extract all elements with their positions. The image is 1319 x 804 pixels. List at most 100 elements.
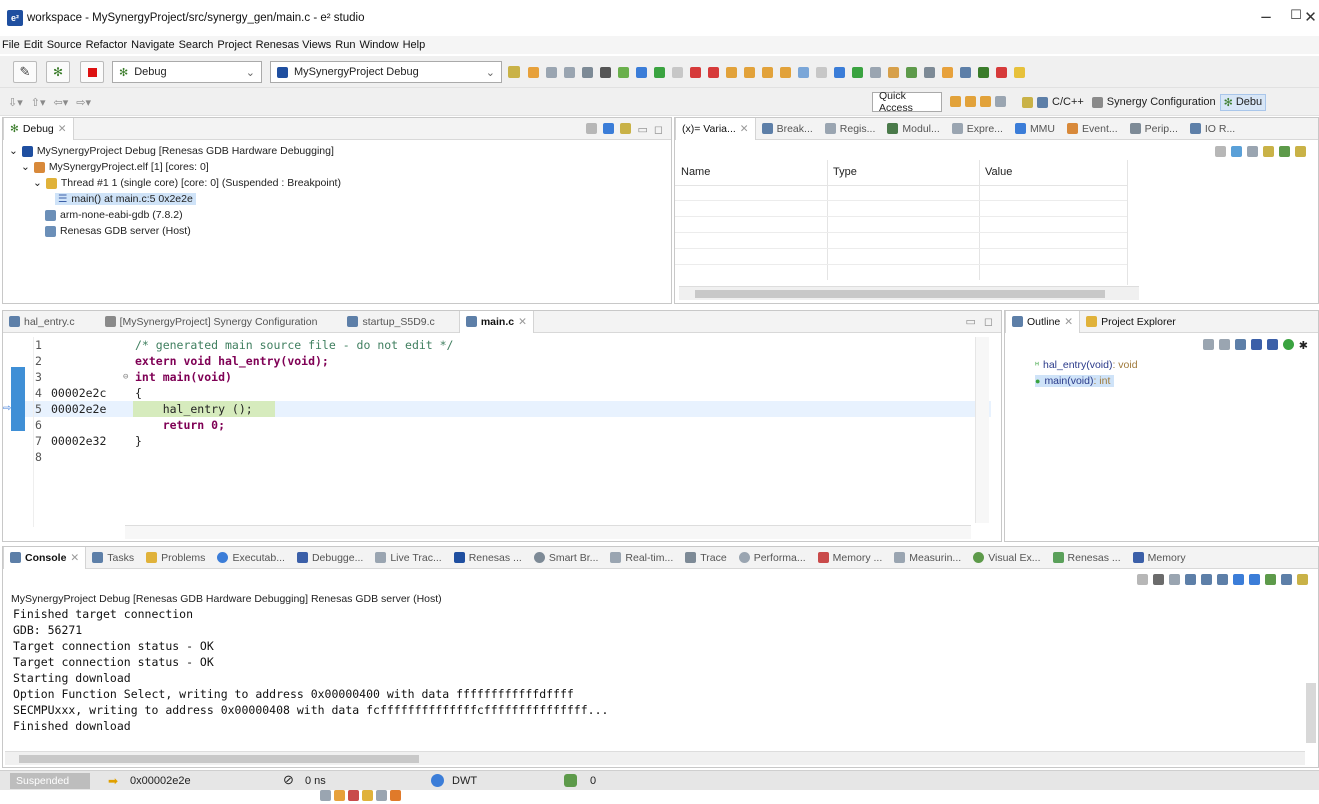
save-icon[interactable]	[546, 66, 557, 78]
terminate-icon[interactable]	[690, 66, 701, 78]
tab-expressions[interactable]: Expre...	[946, 118, 1009, 140]
tab-debug[interactable]: ✻ Debug ✕	[3, 117, 74, 140]
open-type-icon[interactable]	[980, 96, 991, 107]
tab-modules[interactable]: Modul...	[881, 118, 945, 140]
close-icon[interactable]: ✕	[70, 552, 79, 564]
select-all-icon[interactable]	[1279, 146, 1290, 157]
fold-icon[interactable]: ⊖	[123, 372, 128, 382]
forward-icon[interactable]: ⇨▾	[76, 96, 91, 109]
console-vertical-scrollbar[interactable]	[1306, 683, 1316, 743]
menu-window[interactable]: Window	[357, 39, 400, 51]
menu-edit[interactable]: Edit	[22, 39, 45, 51]
menu-help[interactable]: Help	[401, 39, 428, 51]
settings-icon[interactable]	[582, 66, 593, 78]
clear-console-icon[interactable]	[1185, 574, 1196, 585]
open-task-icon[interactable]	[965, 96, 976, 107]
chip-icon[interactable]	[906, 66, 917, 78]
memory-icon[interactable]	[870, 66, 881, 78]
tab-breakpoints[interactable]: Break...	[756, 118, 819, 140]
tab-renesas-1[interactable]: Renesas ...	[448, 547, 528, 569]
tab-outline[interactable]: Outline ✕	[1005, 310, 1081, 333]
close-icon[interactable]: ✕	[518, 316, 527, 328]
minimize-icon[interactable]: ▭	[965, 315, 975, 328]
tab-executables[interactable]: Executab...	[211, 547, 291, 569]
debug-bug-button[interactable]: ✻	[46, 61, 70, 83]
step-over-icon[interactable]	[744, 66, 755, 78]
restart-icon[interactable]	[816, 66, 827, 78]
tab-trace[interactable]: Trace	[679, 547, 732, 569]
close-icon[interactable]: ✕	[58, 123, 67, 135]
minimize-icon[interactable]: ▭	[637, 123, 647, 136]
remove-terminated-icon[interactable]	[586, 123, 598, 134]
external-tools-icon[interactable]	[996, 66, 1007, 78]
view-menu-icon[interactable]	[620, 123, 632, 134]
column-type[interactable]: Type	[833, 166, 857, 178]
tab-debugger-console[interactable]: Debugge...	[291, 547, 369, 569]
step-into-icon[interactable]	[726, 66, 737, 78]
tree-thread[interactable]: ⌄ Thread #1 1 (single core) [core: 0] (S…	[33, 177, 341, 189]
open-perspective-icon[interactable]	[1022, 96, 1033, 108]
remove-launch-icon[interactable]	[1153, 574, 1164, 585]
tab-performance[interactable]: Performa...	[733, 547, 812, 569]
next-annotation-icon[interactable]: ⇩▾	[8, 96, 23, 109]
tab-registers[interactable]: Regis...	[819, 118, 882, 140]
config-icon[interactable]	[924, 66, 935, 78]
close-icon[interactable]: ✕	[740, 123, 749, 135]
new-icon[interactable]	[528, 66, 539, 78]
tab-project-explorer[interactable]: Project Explorer	[1080, 311, 1182, 333]
menu-search[interactable]: Search	[177, 39, 216, 51]
tree-gdb[interactable]: arm-none-eabi-gdb (7.8.2)	[45, 209, 183, 221]
close-icon[interactable]: ✕	[1064, 316, 1073, 328]
console-scrollbar[interactable]	[5, 751, 1305, 765]
show-logical-icon[interactable]	[1231, 146, 1242, 157]
menu-file[interactable]: File	[0, 39, 22, 51]
build-icon[interactable]	[600, 66, 611, 78]
perspective-debug[interactable]: ✻ Debu	[1219, 93, 1267, 111]
tree-elf[interactable]: ⌄ MySynergyProject.elf [1] [cores: 0]	[21, 161, 209, 173]
hide-macros-icon[interactable]: ✱	[1299, 339, 1308, 352]
tab-peripherals[interactable]: Perip...	[1124, 118, 1184, 140]
scrollbar-thumb[interactable]	[695, 290, 1105, 298]
window-icon[interactable]	[960, 66, 971, 78]
pin-console-icon[interactable]	[1265, 574, 1276, 585]
tab-visual-expressions[interactable]: Visual Ex...	[967, 547, 1046, 569]
hide-nonpublic-icon[interactable]	[1282, 339, 1294, 350]
column-value[interactable]: Value	[985, 166, 1012, 178]
collapse-all-icon[interactable]	[1247, 146, 1258, 157]
maximize-icon[interactable]: ◻	[984, 315, 993, 328]
hide-fields-icon[interactable]	[1250, 339, 1262, 350]
code-area[interactable]: 1 /* generated main source file - do not …	[3, 337, 993, 487]
tree-launch[interactable]: ⌄ MySynergyProject Debug [Renesas GDB Ha…	[9, 145, 334, 157]
menu-source[interactable]: Source	[45, 39, 84, 51]
run-to-line-icon[interactable]	[780, 66, 791, 78]
tab-measuring[interactable]: Measurin...	[888, 547, 967, 569]
link-editor-icon[interactable]	[1202, 339, 1214, 350]
add-expression-icon[interactable]	[1263, 146, 1274, 157]
tab-main-c[interactable]: main.c ✕	[458, 310, 534, 333]
trim-icon[interactable]	[334, 790, 345, 801]
trace-icon[interactable]	[888, 66, 899, 78]
pencil-icon[interactable]	[942, 66, 953, 78]
menu-refactor[interactable]: Refactor	[84, 39, 130, 51]
tab-realtime[interactable]: Real-tim...	[604, 547, 679, 569]
hide-static-icon[interactable]	[1266, 339, 1278, 350]
scrollbar-thumb[interactable]	[19, 755, 419, 763]
reset-icon[interactable]	[834, 66, 845, 78]
outline-item-selected[interactable]: ● main(void) : int	[1035, 375, 1115, 387]
binary-icon[interactable]	[618, 66, 629, 78]
tab-console[interactable]: Console ✕	[3, 546, 87, 569]
disconnect-icon[interactable]	[708, 66, 719, 78]
collapse-all-icon[interactable]	[1218, 339, 1230, 350]
menu-project[interactable]: Project	[215, 39, 253, 51]
back-icon[interactable]: ⇦▾	[54, 96, 69, 109]
tab-live-trace[interactable]: Live Trac...	[369, 547, 447, 569]
variables-scrollbar[interactable]	[679, 286, 1139, 300]
edit-icon[interactable]	[995, 96, 1006, 107]
tab-io-registers[interactable]: IO R...	[1184, 118, 1241, 140]
perspective-synergy[interactable]: Synergy Configuration	[1107, 96, 1216, 108]
terminate-icon[interactable]	[1137, 574, 1148, 585]
tab-smart-browser[interactable]: Smart Br...	[528, 547, 605, 569]
remove-all-icon[interactable]	[1169, 574, 1180, 585]
trim-icon[interactable]	[376, 790, 387, 801]
tree-frame-selected[interactable]: ☰ main() at main.c:5 0x2e2e	[55, 193, 196, 205]
